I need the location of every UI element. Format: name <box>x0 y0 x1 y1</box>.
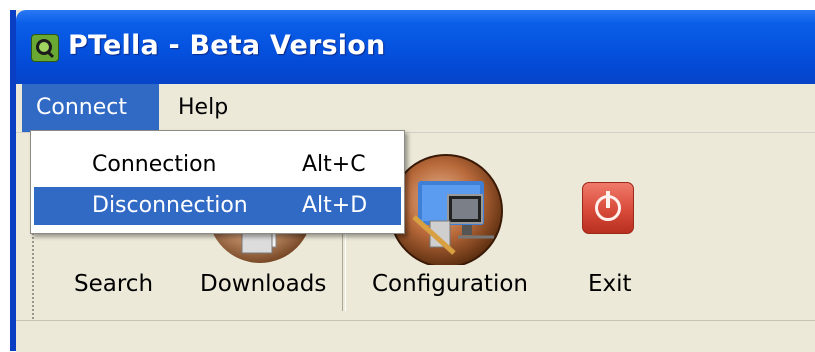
exit-icon <box>582 182 634 234</box>
menu-connect[interactable]: Connect <box>22 84 159 132</box>
menu-item-connection-shortcut: Alt+C <box>302 152 366 177</box>
downloads-label: Downloads <box>200 271 327 297</box>
menu-item-disconnection-label: Disconnection <box>92 193 248 218</box>
menu-help[interactable]: Help <box>164 84 242 132</box>
app-window: PTella - Beta Version Connect Help Searc… <box>10 10 815 352</box>
menu-item-connection[interactable]: Connection Alt+C <box>34 146 401 184</box>
ptella-q-logo-icon <box>31 34 59 62</box>
window-title: PTella - Beta Version <box>68 30 386 61</box>
configuration-label: Configuration <box>372 271 528 297</box>
status-area <box>16 320 815 352</box>
menu-bar: Connect Help <box>16 84 815 132</box>
toolbar-grip[interactable] <box>32 233 37 319</box>
menu-item-disconnection[interactable]: Disconnection Alt+D <box>34 187 401 225</box>
search-label: Search <box>74 271 154 297</box>
menu-item-connection-label: Connection <box>92 152 217 177</box>
title-bar[interactable]: PTella - Beta Version <box>16 10 815 84</box>
exit-label: Exit <box>588 271 632 297</box>
menu-item-disconnection-shortcut: Alt+D <box>302 193 368 218</box>
connect-dropdown-menu: Connection Alt+C Disconnection Alt+D <box>30 130 405 234</box>
